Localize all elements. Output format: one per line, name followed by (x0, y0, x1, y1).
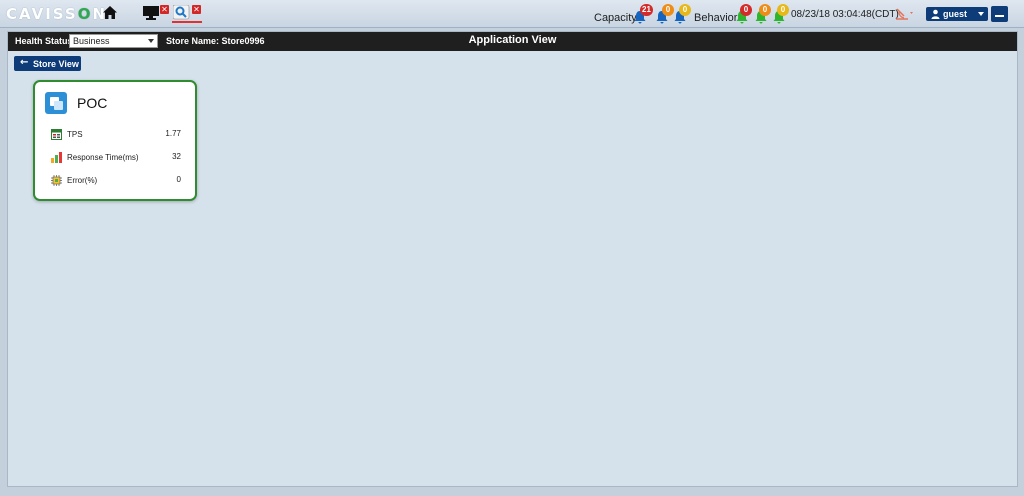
metric-label: Error(%) (67, 176, 98, 185)
capacity-critical-badge: 21 (640, 4, 653, 16)
behavior-major-badge: 0 (759, 4, 771, 16)
metric-value: 1.77 (165, 129, 181, 138)
behavior-label: Behavior (694, 12, 738, 24)
metric-row-tps: TPS 1.77 (51, 128, 181, 142)
chip-icon (51, 175, 62, 186)
store-view-button[interactable]: ← Store View (14, 56, 81, 71)
application-card[interactable]: POC TPS 1.77 Response Time(ms) 32 Error(… (33, 80, 197, 201)
bottom-border (0, 489, 1024, 496)
monitor-tab[interactable]: ✕ (142, 3, 170, 23)
metric-label: TPS (67, 130, 83, 139)
application-title: POC (77, 95, 108, 111)
capacity-label: Capacity (594, 12, 637, 24)
server-datetime: 08/23/18 03:04:48(CDT) (791, 9, 899, 20)
behavior-critical-badge: 0 (740, 4, 752, 16)
metric-row-response-time: Response Time(ms) 32 (51, 151, 181, 165)
header-bar: Health Status Business Store Name: Store… (8, 32, 1017, 51)
chevron-down-icon (978, 12, 984, 16)
user-icon (931, 9, 940, 19)
application-icon (45, 92, 67, 114)
monitor-icon (143, 6, 159, 20)
page-title: Application View (468, 34, 557, 46)
metric-value: 0 (176, 175, 181, 184)
signal-icon[interactable] (895, 7, 915, 21)
bar-chart-icon (51, 152, 62, 163)
application-view-panel: Health Status Business Store Name: Store… (7, 31, 1018, 487)
minimize-button[interactable] (991, 6, 1008, 22)
close-icon[interactable]: ✕ (160, 5, 169, 14)
minimize-icon (995, 15, 1004, 17)
home-icon[interactable] (102, 5, 118, 21)
arrow-left-icon: ← (20, 57, 29, 68)
table-icon (51, 129, 62, 140)
search-icon (173, 5, 190, 20)
metric-label: Response Time(ms) (67, 153, 139, 162)
top-bar: CAVISSON ✕ ✕ Capacity 21 0 0 Behavior 0 … (0, 0, 1024, 28)
metric-value: 32 (172, 152, 181, 161)
user-name: guest (943, 9, 968, 19)
cavisson-logo: CAVISSON (6, 5, 108, 23)
user-menu-button[interactable]: guest (926, 7, 988, 21)
metric-row-error: Error(%) 0 (51, 174, 181, 188)
store-view-label: Store View (33, 59, 79, 69)
search-tab[interactable]: ✕ (172, 3, 202, 23)
behavior-minor-badge: 0 (777, 4, 789, 16)
close-icon[interactable]: ✕ (192, 5, 201, 14)
capacity-minor-badge: 0 (679, 4, 691, 16)
